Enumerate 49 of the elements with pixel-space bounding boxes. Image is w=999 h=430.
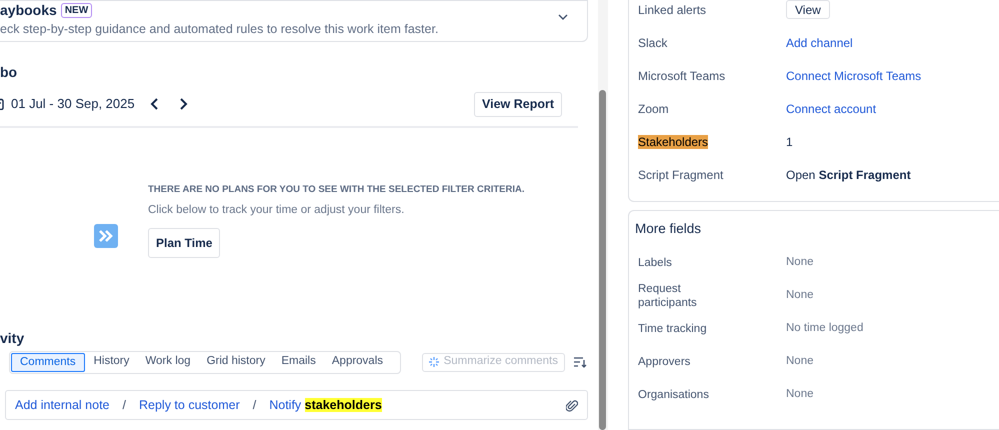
- field-label: Slack: [638, 34, 668, 52]
- field-label: Labels: [638, 256, 673, 270]
- field-label: Microsoft Teams: [638, 68, 726, 84]
- field-value: Open Script Fragment: [786, 166, 911, 184]
- card-title: More fields: [635, 220, 702, 238]
- section-title: aybooks: [0, 1, 57, 19]
- sort-icon[interactable]: [574, 356, 587, 368]
- view-report-button[interactable]: View Report: [474, 92, 562, 116]
- field-label: Stakeholders: [638, 134, 710, 150]
- empty-state-title: THERE ARE NO PLANS FOR YOU TO SEE WITH THE SELECTED FILTER CRITERIA.: [148, 184, 525, 196]
- comment-box[interactable]: Add internal note / Reply to customer / Notify stakeholders: [5, 390, 588, 420]
- paperclip-icon[interactable]: [566, 398, 578, 412]
- field-link[interactable]: Add channel: [786, 34, 853, 52]
- sparkle-icon: [428, 357, 439, 367]
- field-value: None: [786, 354, 814, 369]
- separator: /: [122, 396, 126, 414]
- tab[interactable]: Emails: [274, 352, 323, 372]
- section-title: vity: [0, 329, 26, 347]
- tab[interactable]: Grid history: [200, 352, 272, 372]
- plan-time-button[interactable]: Plan Time: [148, 228, 220, 258]
- field-value: None: [786, 288, 814, 303]
- scrollbar-thumb[interactable]: [599, 90, 606, 430]
- tab[interactable]: Comments: [11, 352, 85, 372]
- field-label: Linked alerts: [638, 2, 708, 18]
- field-value: No time logged: [786, 320, 864, 336]
- field-value: None: [786, 386, 814, 402]
- field-label: Script Fragment: [638, 166, 724, 184]
- field-label: Zoom: [638, 100, 670, 118]
- tab[interactable]: History: [86, 352, 136, 372]
- field-label: Approvers: [638, 354, 692, 368]
- tab[interactable]: Approvals: [324, 352, 390, 372]
- empty-state-text: Click below to track your time or adjust your filters.: [148, 203, 406, 217]
- field-link[interactable]: Connect account: [786, 100, 876, 118]
- field-label: Request participants: [638, 282, 698, 310]
- new-badge: NEW: [60, 2, 92, 18]
- field-value: None: [786, 254, 814, 270]
- field-label: Time tracking: [638, 322, 708, 336]
- tab[interactable]: Work log: [138, 352, 198, 372]
- view-button[interactable]: View: [786, 0, 830, 19]
- field-link[interactable]: Connect Microsoft Teams: [786, 66, 922, 84]
- section-title: bo: [0, 63, 18, 81]
- field-label: Organisations: [638, 388, 710, 402]
- field-value: 1: [786, 134, 793, 150]
- description: eck step-by-step guidance and automated rules to resolve this work item faster.: [0, 21, 438, 37]
- comment-action-link[interactable]: Reply to customer: [139, 396, 240, 414]
- date-range: 01 Jul - 30 Sep, 2025: [11, 95, 135, 114]
- double-chevron-icon: [94, 224, 118, 248]
- separator: /: [252, 396, 256, 414]
- comment-action-link[interactable]: Add internal note: [15, 396, 110, 414]
